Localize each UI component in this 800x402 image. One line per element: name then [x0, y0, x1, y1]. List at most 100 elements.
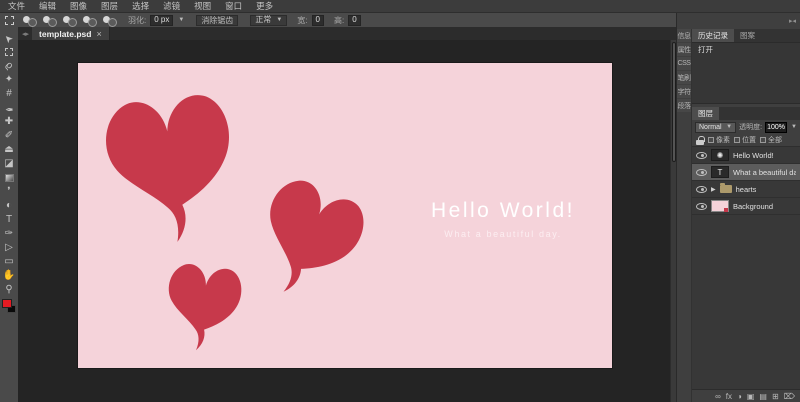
blend-mode-select[interactable]: Normal ▼ [695, 121, 737, 133]
side-tab-info[interactable]: 信息 [677, 29, 691, 42]
hand-tool[interactable]: ✋ [2, 269, 16, 283]
side-tab-properties[interactable]: 属性 [677, 43, 691, 56]
menu-layer[interactable]: 图层 [101, 0, 118, 12]
width-input[interactable]: 0 [311, 14, 324, 26]
visibility-eye-icon[interactable] [696, 202, 707, 210]
layer-list: ✺ Hello World! T What a beautiful day. ▶… [692, 147, 800, 215]
clone-stamp-tool[interactable]: ⏏ [2, 143, 16, 157]
panel-collapse-row: ▸◂ [677, 13, 800, 29]
lock-position-toggle[interactable]: 位置 [734, 135, 756, 145]
magic-wand-tool[interactable]: ✦ [2, 73, 16, 87]
side-tab-character[interactable]: 字符 [677, 85, 691, 98]
side-tab-paragraph[interactable]: 段落 [677, 99, 691, 112]
eraser-tool[interactable]: ◪ [2, 157, 16, 171]
brush-tool[interactable]: ✐ [2, 129, 16, 143]
layer-style-icon[interactable]: fx [726, 390, 732, 402]
delete-layer-icon[interactable]: ⌦ [784, 390, 795, 402]
pen-tool[interactable]: ✑ [2, 227, 16, 241]
new-group-icon[interactable]: ▤ [759, 390, 767, 402]
document-tab[interactable]: template.psd × [32, 27, 110, 40]
menu-bar: 文件 编辑 图像 图层 选择 滤镜 视图 窗口 更多 [0, 0, 800, 13]
marquee-tool-icon [5, 48, 13, 56]
eyedropper-tool[interactable]: ✒ [2, 101, 16, 115]
type-tool[interactable]: T [2, 213, 16, 227]
feather-input[interactable]: 0 px [150, 14, 174, 26]
heart-shape-medium [270, 180, 364, 292]
layers-panel-tabs: 图层 [692, 107, 800, 120]
menu-view[interactable]: 视图 [194, 0, 211, 12]
lock-all-checkbox[interactable] [760, 137, 766, 143]
layer-row-background[interactable]: Background [692, 198, 800, 215]
blur-tool[interactable]: ❜ [2, 185, 16, 199]
dodge-tool[interactable]: ◐ [2, 199, 16, 213]
tab-patterns[interactable]: 图案 [734, 29, 761, 42]
width-label: 宽: [297, 15, 308, 25]
lock-all-toggle[interactable]: 全部 [760, 135, 782, 145]
layer-panel-empty-space [692, 215, 800, 389]
zoom-tool[interactable]: ⚲ [2, 283, 16, 297]
close-icon[interactable]: × [96, 29, 101, 39]
tab-layers[interactable]: 图层 [692, 107, 719, 120]
crop-tool[interactable]: # [2, 87, 16, 101]
selection-mode-subtract-icon[interactable] [62, 15, 78, 27]
collapse-arrows-icon[interactable]: ▸◂ [789, 17, 796, 25]
lock-pixels-toggle[interactable]: 像素 [708, 135, 730, 145]
mask-icon[interactable]: ▣ [747, 390, 755, 402]
selection-mode-exclude-icon[interactable] [102, 15, 118, 27]
text-layer-thumbnail: ✺ [711, 149, 729, 161]
right-panel: ▸◂ 信息 属性 CSS 笔刷 字符 段落 历史记录 图案 打开 图层 Norm… [676, 13, 800, 402]
background-layer-thumbnail [711, 200, 729, 212]
menu-window[interactable]: 窗口 [225, 0, 242, 12]
menu-edit[interactable]: 编辑 [39, 0, 56, 12]
side-tab-brush[interactable]: 笔刷 [677, 71, 691, 84]
lock-icon[interactable] [696, 135, 705, 145]
style-value: 正常 [255, 15, 272, 24]
tab-history[interactable]: 历史记录 [692, 29, 734, 42]
move-tool[interactable]: ➤ [2, 31, 16, 45]
marquee-tool[interactable] [2, 45, 16, 59]
healing-tool[interactable]: ✚ [2, 115, 16, 129]
layer-row-beautiful-day[interactable]: T What a beautiful day. [692, 164, 800, 181]
canvas-area: Hello World! What a beautiful day. [18, 40, 676, 402]
style-select[interactable]: 正常 ▼ [250, 14, 288, 26]
visibility-eye-icon[interactable] [696, 151, 707, 159]
opacity-input[interactable]: 100% [765, 121, 788, 133]
lock-pixels-checkbox[interactable] [708, 137, 714, 143]
history-list: 打开 [692, 42, 800, 104]
foreground-color-swatch[interactable] [2, 299, 12, 308]
layer-row-hearts-group[interactable]: ▶ hearts [692, 181, 800, 198]
selection-mode-intersect-icon[interactable] [82, 15, 98, 27]
gradient-tool[interactable] [2, 171, 16, 185]
menu-select[interactable]: 选择 [132, 0, 149, 12]
selection-mode-add-icon[interactable] [42, 15, 58, 27]
lock-position-checkbox[interactable] [734, 137, 740, 143]
visibility-eye-icon[interactable] [696, 168, 707, 176]
menu-file[interactable]: 文件 [8, 0, 25, 12]
color-swatches[interactable] [2, 299, 16, 313]
photo-editor-app: 文件 编辑 图像 图层 选择 滤镜 视图 窗口 更多 羽化: 0 px ▼ 消除… [0, 0, 800, 402]
height-input[interactable]: 0 [348, 14, 361, 26]
canvas-title-text: Hello World! [431, 199, 575, 222]
menu-more[interactable]: 更多 [256, 0, 273, 12]
side-tab-css[interactable]: CSS [677, 57, 691, 70]
link-icon[interactable]: ∞ [715, 390, 721, 402]
layer-row-hello-world[interactable]: ✺ Hello World! [692, 147, 800, 164]
lasso-tool[interactable]: ϱ [2, 59, 16, 73]
adjustment-icon[interactable]: ◑ [737, 390, 742, 402]
visibility-eye-icon[interactable] [696, 185, 707, 193]
opacity-caret-icon[interactable]: ▼ [791, 124, 797, 130]
menu-image[interactable]: 图像 [70, 0, 87, 12]
antialias-button[interactable]: 消除锯齿 [196, 14, 239, 26]
selection-mode-new-icon[interactable] [22, 15, 38, 27]
expand-triangle-icon[interactable]: ▶ [711, 186, 716, 193]
direct-select-tool[interactable]: ▷ [2, 241, 16, 255]
history-panel-tabs: 历史记录 图案 [692, 29, 800, 42]
collapsed-panel-tabs: 信息 属性 CSS 笔刷 字符 段落 [677, 29, 691, 112]
new-layer-icon[interactable]: ⊞ [772, 390, 779, 402]
canvas-subtitle-text: What a beautiful day. [444, 229, 562, 239]
menu-filter[interactable]: 滤镜 [163, 0, 180, 12]
feather-caret-icon[interactable]: ▼ [178, 17, 184, 23]
shape-tool[interactable]: ▭ [2, 255, 16, 269]
history-entry-open[interactable]: 打开 [692, 43, 800, 56]
document-canvas[interactable]: Hello World! What a beautiful day. [78, 63, 612, 368]
